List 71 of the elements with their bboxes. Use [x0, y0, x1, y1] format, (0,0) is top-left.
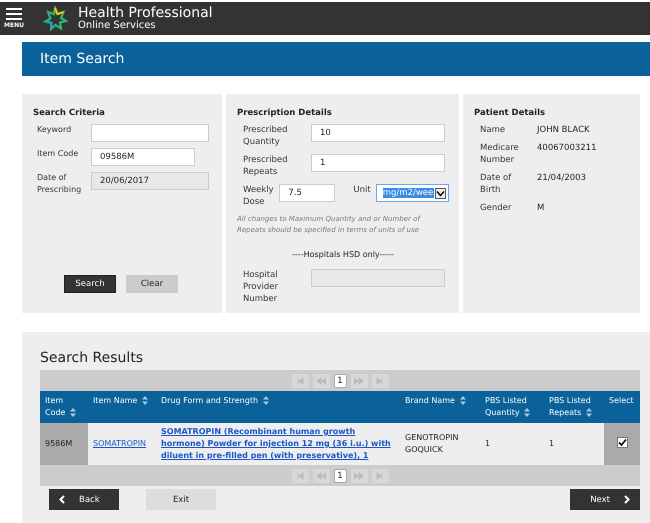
field-label: Date of Birth — [480, 172, 512, 196]
menu-icon — [6, 8, 22, 20]
field-label: Medicare Number — [480, 142, 520, 166]
item-name-link[interactable]: SOMATROPIN — [93, 439, 146, 448]
field-label: Unit — [353, 184, 371, 196]
field-label: Hospital Provider Number — [243, 269, 279, 305]
last-page-button[interactable] — [372, 468, 388, 482]
column-header: Select — [604, 391, 640, 423]
exit-button[interactable]: Exit — [146, 489, 216, 510]
field-label: Gender — [480, 202, 512, 214]
chevron-right-icon — [624, 495, 630, 504]
field-label: Prescribed Quantity — [243, 124, 288, 148]
column-header[interactable]: Drug Form and Strength — [156, 391, 400, 423]
column-header[interactable]: Brand Name — [400, 391, 480, 423]
field-label: Keyword — [37, 124, 72, 136]
field-value: 21/04/2003 — [537, 172, 586, 185]
next-icon — [354, 470, 364, 480]
previous-page-button[interactable] — [312, 374, 330, 388]
field-label: Item Code — [37, 148, 80, 160]
field-label: Weekly Dose — [243, 184, 275, 208]
last-page-button[interactable] — [372, 374, 388, 388]
page-title: Item Search — [40, 51, 124, 67]
panel-heading: Patient Details — [474, 108, 546, 118]
last-icon — [375, 376, 385, 386]
panel-heading: Prescription Details — [237, 108, 332, 118]
input-field[interactable] — [91, 124, 209, 142]
input-field[interactable]: 1 — [311, 154, 445, 172]
chevron-left-icon — [59, 495, 65, 504]
input-field[interactable]: 10 — [311, 124, 445, 142]
input-field[interactable]: 09586M — [91, 148, 195, 166]
previous-page-button[interactable] — [312, 468, 330, 482]
next-page-button[interactable] — [350, 374, 368, 388]
back-button[interactable]: Back — [49, 489, 119, 510]
first-icon — [295, 470, 305, 480]
table-cell: 1 — [480, 423, 544, 465]
field-value: 40067003211 — [537, 142, 596, 155]
prev-icon — [316, 376, 326, 386]
site-title: Health Professional — [78, 6, 213, 20]
column-header[interactable]: Item Name — [88, 391, 156, 423]
field-label: Date of Prescribing — [37, 172, 82, 196]
clear-button[interactable]: Clear — [126, 275, 178, 293]
star-logo-icon — [42, 6, 68, 32]
first-page-button[interactable] — [292, 468, 308, 482]
page-number-button[interactable]: 1 — [334, 374, 346, 388]
table-cell: 1 — [544, 423, 604, 465]
caret-icon — [435, 188, 446, 198]
next-icon — [354, 376, 364, 386]
table-cell: 9586M — [40, 423, 88, 465]
table-cell: GENOTROPIN GOQUICK — [400, 423, 480, 465]
section-title: Search Results — [40, 350, 144, 366]
next-button[interactable]: Next — [570, 489, 640, 510]
last-icon — [375, 470, 385, 480]
first-page-button[interactable] — [292, 374, 308, 388]
panel-heading: Search Criteria — [33, 108, 105, 118]
search-button[interactable]: Search — [64, 275, 116, 293]
unit-dropdown[interactable]: mg/m2/wee — [376, 184, 449, 202]
column-header[interactable]: PBS Listed Quantity — [480, 391, 544, 423]
field-value: JOHN BLACK — [537, 124, 590, 136]
site-subtitle: Online Services — [78, 21, 157, 31]
column-header[interactable]: PBS Listed Repeats — [544, 391, 604, 423]
select-checkbox[interactable] — [616, 437, 628, 448]
field-label: Prescribed Repeats — [243, 154, 288, 178]
first-icon — [295, 376, 305, 386]
section-heading: ----Hospitals HSD only----- — [291, 250, 395, 259]
field-label: Name — [480, 124, 506, 136]
prev-icon — [316, 470, 326, 480]
page-number-button[interactable]: 1 — [334, 468, 346, 482]
input-field[interactable]: 7.5 — [279, 184, 336, 202]
column-header[interactable]: Item Code — [40, 391, 88, 423]
field-value: M — [537, 202, 544, 214]
next-page-button[interactable] — [350, 468, 368, 482]
